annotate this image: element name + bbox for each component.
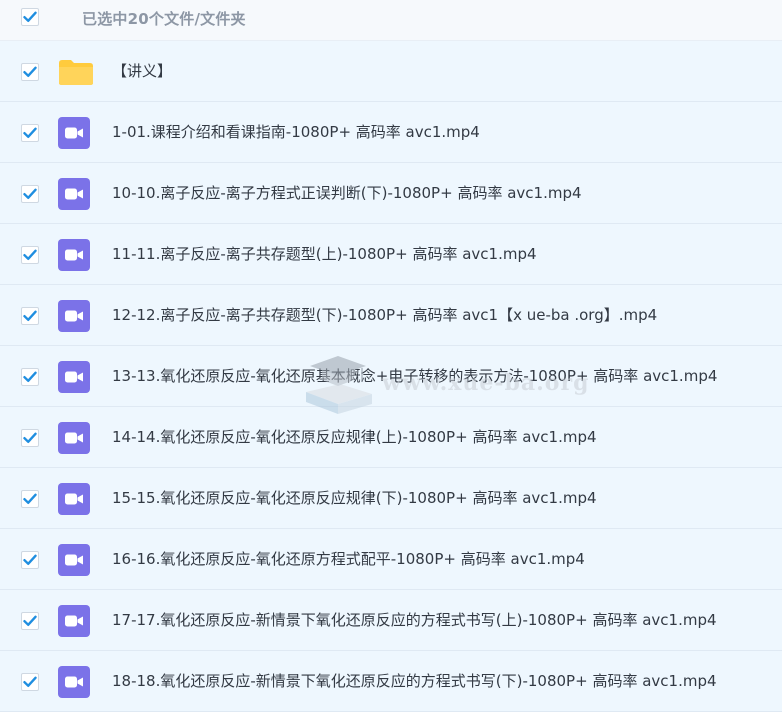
selection-count-label: 已选中20个文件/文件夹 <box>82 10 246 28</box>
video-camera-icon <box>58 117 90 149</box>
checkmark-icon <box>23 127 37 138</box>
file-row[interactable]: 14-14.氧化还原反应-氧化还原反应规律(上)-1080P+ 高码率 avc1… <box>0 407 782 468</box>
checkmark-icon <box>23 493 37 504</box>
folder-row[interactable]: 【讲义】 <box>0 41 782 102</box>
file-row[interactable]: 17-17.氧化还原反应-新情景下氧化还原反应的方程式书写(上)-1080P+ … <box>0 590 782 651</box>
video-camera-icon <box>58 666 90 698</box>
folder-icon <box>58 56 94 86</box>
file-row[interactable]: 16-16.氧化还原反应-氧化还原方程式配平-1080P+ 高码率 avc1.m… <box>0 529 782 590</box>
row-checkbox[interactable] <box>21 246 39 264</box>
video-camera-icon <box>58 239 90 271</box>
checkmark-icon <box>23 554 37 565</box>
file-name[interactable]: 1-01.课程介绍和看课指南-1080P+ 高码率 avc1.mp4 <box>112 102 480 163</box>
video-camera-icon <box>58 178 90 210</box>
file-name[interactable]: 11-11.离子反应-离子共存题型(上)-1080P+ 高码率 avc1.mp4 <box>112 224 537 285</box>
selection-header: 已选中20个文件/文件夹 <box>0 0 782 41</box>
file-name[interactable]: 12-12.离子反应-离子共存题型(下)-1080P+ 高码率 avc1【x u… <box>112 285 657 346</box>
checkmark-icon <box>23 432 37 443</box>
file-name[interactable]: 17-17.氧化还原反应-新情景下氧化还原反应的方程式书写(上)-1080P+ … <box>112 590 717 651</box>
file-name[interactable]: 14-14.氧化还原反应-氧化还原反应规律(上)-1080P+ 高码率 avc1… <box>112 407 597 468</box>
file-row[interactable]: 12-12.离子反应-离子共存题型(下)-1080P+ 高码率 avc1【x u… <box>0 285 782 346</box>
file-name[interactable]: 13-13.氧化还原反应-氧化还原基本概念+电子转移的表示方法-1080P+ 高… <box>112 346 717 407</box>
video-camera-icon <box>58 544 90 576</box>
video-camera-icon <box>58 300 90 332</box>
row-checkbox[interactable] <box>21 551 39 569</box>
row-checkbox[interactable] <box>21 63 39 81</box>
row-checkbox[interactable] <box>21 185 39 203</box>
video-camera-icon <box>58 483 90 515</box>
row-checkbox[interactable] <box>21 612 39 630</box>
select-all-checkbox[interactable] <box>21 8 39 26</box>
file-row[interactable]: 13-13.氧化还原反应-氧化还原基本概念+电子转移的表示方法-1080P+ 高… <box>0 346 782 407</box>
checkmark-icon <box>23 66 37 77</box>
row-checkbox[interactable] <box>21 673 39 691</box>
file-row[interactable]: 18-18.氧化还原反应-新情景下氧化还原反应的方程式书写(下)-1080P+ … <box>0 651 782 712</box>
row-checkbox[interactable] <box>21 490 39 508</box>
video-camera-icon <box>58 605 90 637</box>
row-checkbox[interactable] <box>21 307 39 325</box>
checkmark-icon <box>23 615 37 626</box>
video-camera-icon <box>58 422 90 454</box>
file-name[interactable]: 15-15.氧化还原反应-氧化还原反应规律(下)-1080P+ 高码率 avc1… <box>112 468 597 529</box>
file-row[interactable]: 15-15.氧化还原反应-氧化还原反应规律(下)-1080P+ 高码率 avc1… <box>0 468 782 529</box>
file-row[interactable]: 10-10.离子反应-离子方程式正误判断(下)-1080P+ 高码率 avc1.… <box>0 163 782 224</box>
row-checkbox[interactable] <box>21 429 39 447</box>
file-name[interactable]: 16-16.氧化还原反应-氧化还原方程式配平-1080P+ 高码率 avc1.m… <box>112 529 585 590</box>
file-list: 【讲义】 1-01.课程介绍和看课指南-1080P+ 高码率 avc1.mp4 10… <box>0 41 782 712</box>
checkmark-icon <box>23 310 37 321</box>
video-camera-icon <box>58 361 90 393</box>
checkmark-icon <box>23 249 37 260</box>
file-name[interactable]: 10-10.离子反应-离子方程式正误判断(下)-1080P+ 高码率 avc1.… <box>112 163 582 224</box>
checkmark-icon <box>23 676 37 687</box>
checkmark-icon <box>23 11 37 22</box>
row-checkbox[interactable] <box>21 124 39 142</box>
file-row[interactable]: 1-01.课程介绍和看课指南-1080P+ 高码率 avc1.mp4 <box>0 102 782 163</box>
row-checkbox[interactable] <box>21 368 39 386</box>
file-row[interactable]: 11-11.离子反应-离子共存题型(上)-1080P+ 高码率 avc1.mp4 <box>0 224 782 285</box>
checkmark-icon <box>23 188 37 199</box>
file-name[interactable]: 【讲义】 <box>112 41 172 102</box>
checkmark-icon <box>23 371 37 382</box>
file-name[interactable]: 18-18.氧化还原反应-新情景下氧化还原反应的方程式书写(下)-1080P+ … <box>112 651 717 712</box>
